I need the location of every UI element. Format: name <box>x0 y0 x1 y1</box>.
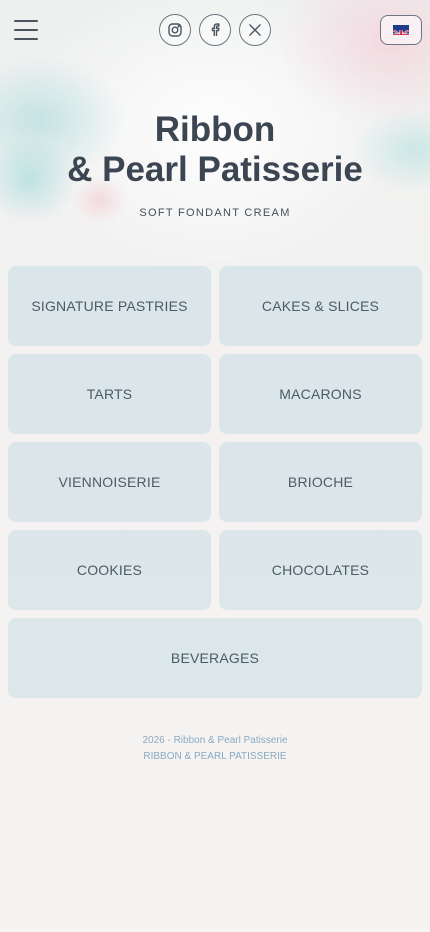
x-icon[interactable] <box>239 14 271 46</box>
category-grid: SIGNATURE PASTRIES CAKES & SLICES TARTS … <box>8 266 422 698</box>
footer-copyright: 2026 - Ribbon & Pearl Patisserie <box>142 735 288 746</box>
header <box>0 0 430 60</box>
category-brioche[interactable]: BRIOCHE <box>219 442 422 522</box>
category-tarts[interactable]: TARTS <box>8 354 211 434</box>
language-switcher[interactable] <box>380 15 422 45</box>
uk-flag-icon <box>393 25 409 35</box>
page-subtitle: SOFT FONDANT CREAM <box>139 207 291 219</box>
title-line-1: Ribbon <box>154 110 276 149</box>
category-cakes-slices[interactable]: CAKES & SLICES <box>219 266 422 346</box>
category-chocolates[interactable]: CHOCOLATES <box>219 530 422 610</box>
footer-brand: RIBBON & PEARL PATISSERIE <box>143 751 287 762</box>
category-signature-pastries[interactable]: SIGNATURE PASTRIES <box>8 266 211 346</box>
category-viennoiserie[interactable]: VIENNOISERIE <box>8 442 211 522</box>
instagram-icon[interactable] <box>159 14 191 46</box>
page-title: Ribbon & Pearl Patisserie <box>0 110 430 190</box>
category-beverages[interactable]: BEVERAGES <box>8 618 422 698</box>
category-macarons[interactable]: MACARONS <box>219 354 422 434</box>
hamburger-icon[interactable] <box>14 20 38 40</box>
footer: 2026 - Ribbon & Pearl Patisserie RIBBON … <box>0 733 430 765</box>
facebook-icon[interactable] <box>199 14 231 46</box>
category-cookies[interactable]: COOKIES <box>8 530 211 610</box>
title-line-2: & Pearl Patisserie <box>67 150 363 189</box>
